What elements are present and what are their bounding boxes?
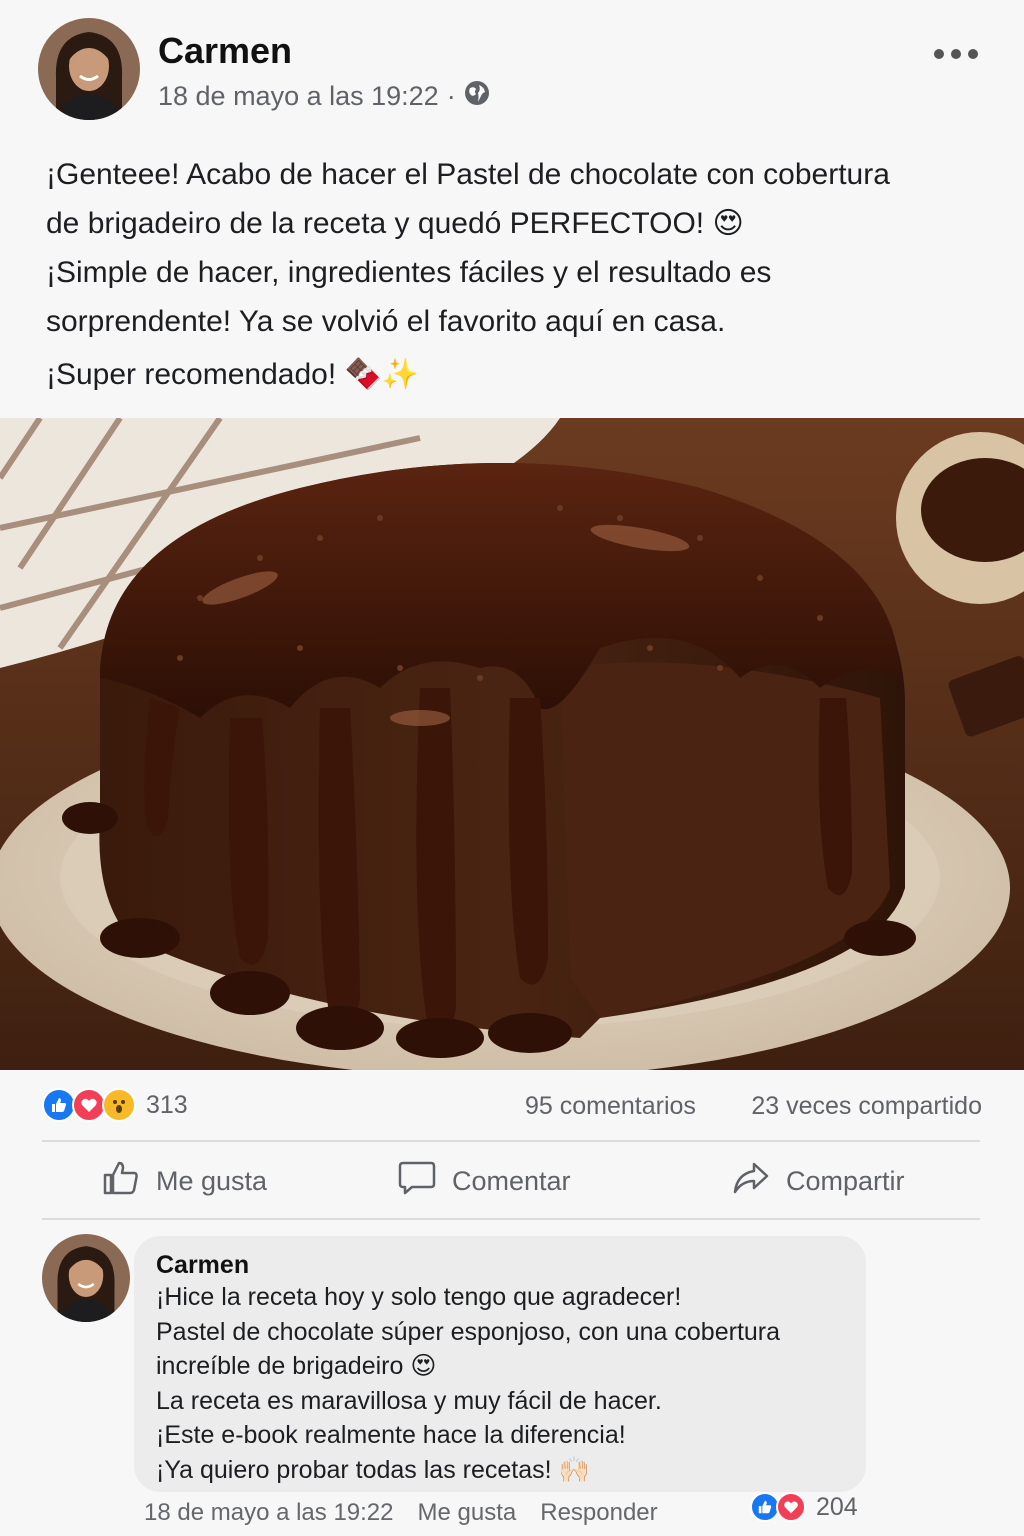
share-icon [732,1160,770,1203]
comment-footer: 18 de mayo a las 19:22 Me gusta Responde… [144,1496,658,1530]
like-button[interactable]: Me gusta [102,1146,267,1216]
post-text-line: ¡Super recomendado! 🍫✨ [46,358,420,391]
comment-text-line: Pastel de chocolate súper esponjoso, con… [156,1317,781,1346]
commenter-avatar[interactable] [42,1234,130,1322]
post-text-line: sorprendente! Ya se volvió el favorito a… [46,305,726,338]
meta-separator: · [446,81,456,111]
thumbs-up-icon [102,1160,140,1203]
like-label: Me gusta [156,1165,268,1196]
more-dot [951,49,961,59]
like-icon [42,1088,76,1122]
comment-reply-link[interactable]: Responder [540,1499,657,1527]
post-text-line: ¡Genteee! Acabo de hacer el Pastel de ch… [46,158,890,191]
post-text: ¡Genteee! Acabo de hacer el Pastel de ch… [46,150,986,399]
comment-reactions-count: 204 [816,1492,858,1521]
post-photo-chocolate-cake[interactable] [0,418,1024,1070]
post-text-line: de brigadeiro de la receta y quedó PERFE… [46,207,744,240]
more-options-button[interactable] [934,38,978,70]
author-avatar[interactable] [38,18,140,120]
comment-text-line: La receta es maravillosa y muy fácil de … [156,1386,662,1415]
divider [42,1140,980,1142]
reactions-count: 313 [146,1090,188,1119]
love-icon [72,1088,106,1122]
comments-count-link[interactable]: 95 comentarios [525,1092,696,1121]
shares-count-link[interactable]: 23 veces compartido [751,1092,982,1121]
comment-text-line: ¡Este e-book realmente hace la diferenci… [156,1421,626,1449]
love-icon [776,1492,806,1522]
comment-text-line: increíble de brigadeiro 😍 [156,1352,437,1380]
comment-author[interactable]: Carmen [156,1250,844,1280]
post-timestamp[interactable]: 18 de mayo a las 19:22 [158,81,439,112]
comment-timestamp[interactable]: 18 de mayo a las 19:22 [144,1499,394,1527]
globe-icon [464,80,490,113]
post-header: Carmen 18 de mayo a las 19:22 · [0,0,1024,140]
wow-icon [102,1088,136,1122]
comment-icon [398,1160,436,1203]
post-stats: 313 95 comentarios 23 veces compartido [42,1084,982,1128]
comment-bubble: Carmen ¡Hice la receta hoy y solo tengo … [134,1236,866,1492]
divider [42,1218,980,1220]
post-actions-bar: Me gusta Comentar Compartir [42,1146,980,1216]
comment-like-link[interactable]: Me gusta [418,1499,517,1527]
share-label: Compartir [786,1165,905,1196]
comment-text-line: ¡Hice la receta hoy y solo tengo que agr… [156,1283,682,1311]
author-name[interactable]: Carmen [158,30,292,72]
post-text-line: ¡Simple de hacer, ingredientes fáciles y… [46,256,772,289]
reaction-summary[interactable]: 313 [42,1088,188,1122]
share-button[interactable]: Compartir [732,1146,905,1216]
comment-text-line: ¡Ya quiero probar todas las recetas! 🙌🏻 [156,1455,590,1484]
comment-reaction-summary[interactable]: 204 [750,1492,858,1522]
more-dot [934,49,944,59]
post-meta: 18 de mayo a las 19:22 · [158,80,490,113]
comment-button[interactable]: Comentar [398,1146,571,1216]
comment-label: Comentar [452,1165,571,1196]
more-dot [968,49,978,59]
